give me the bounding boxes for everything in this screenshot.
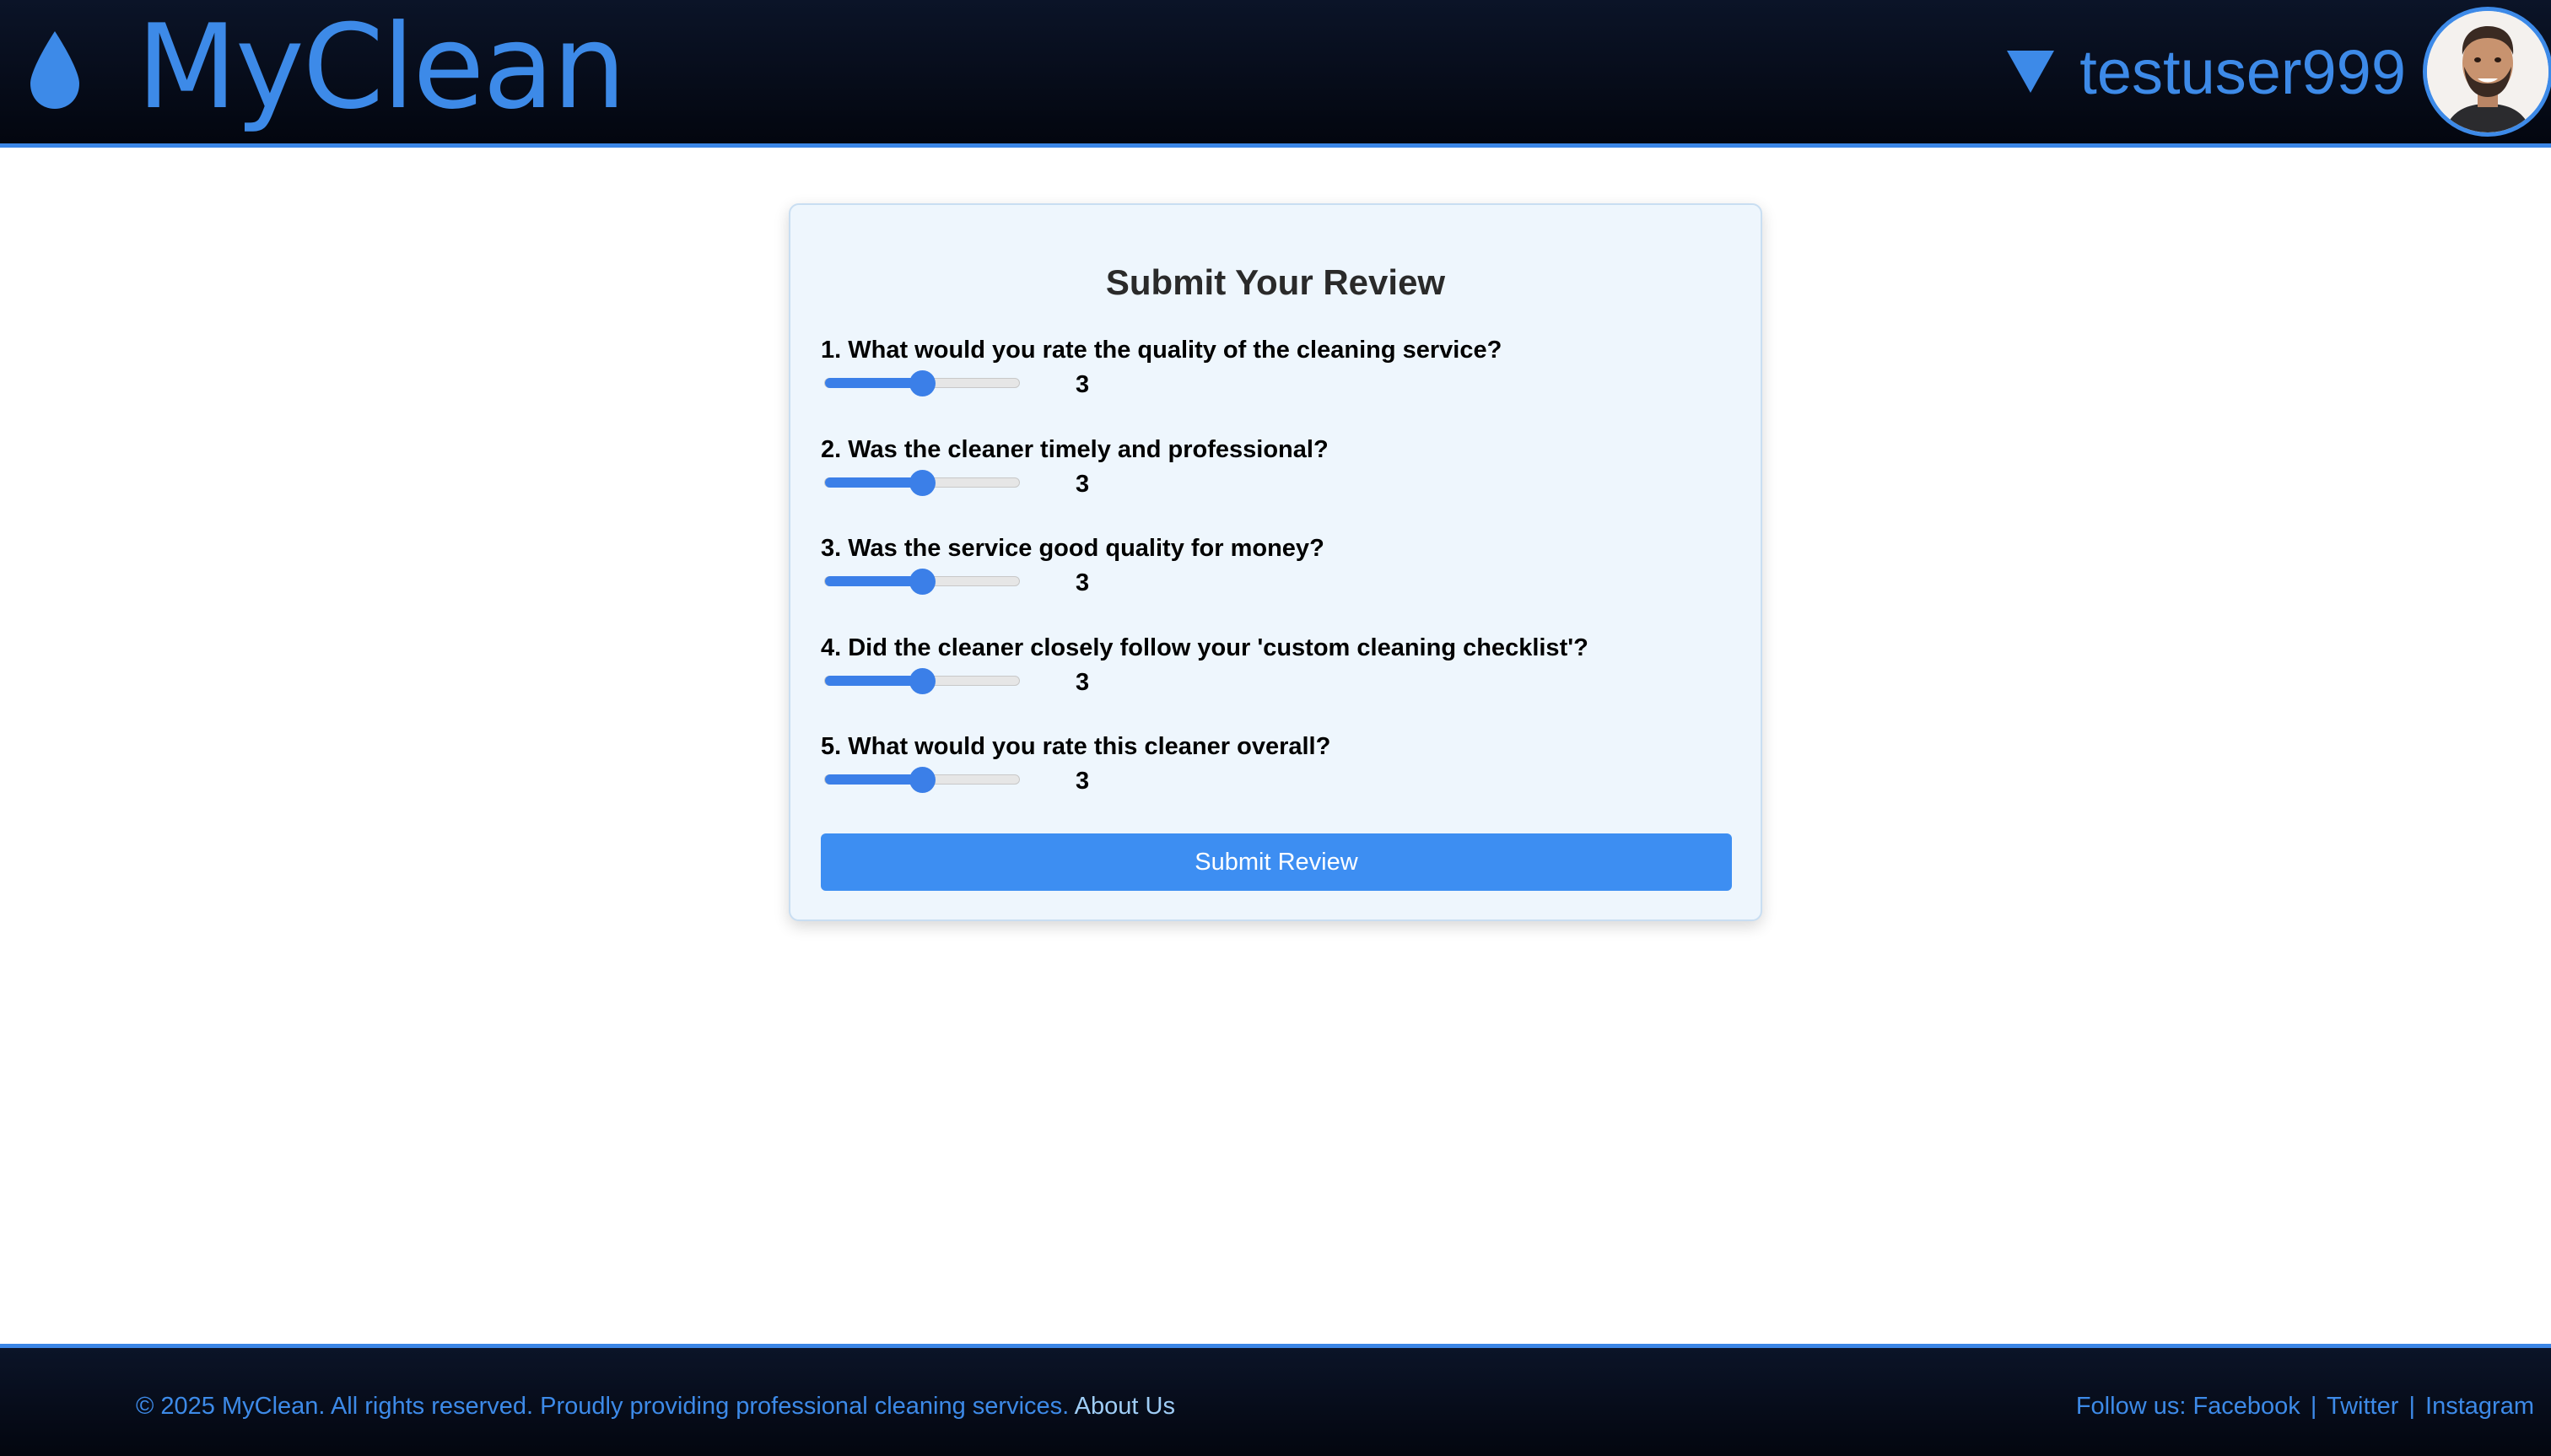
site-footer: © 2025 MyClean. All rights reserved. Pro… [0,1344,2551,1456]
logo[interactable]: MyClean [27,0,626,135]
review-question-4: 4. Did the cleaner closely follow your '… [821,636,1732,703]
footer-social: Follow us: Facebook | Twitter | Instagra… [2076,1393,2534,1421]
question-label: 5. What would you rate this cleaner over… [821,733,1331,760]
slider-fill [825,477,922,488]
facebook-link[interactable]: Facebook [2192,1393,2300,1420]
avatar[interactable] [2423,7,2551,137]
instagram-link[interactable]: Instagram [2425,1393,2534,1420]
slider-thumb[interactable] [909,767,936,793]
question-label: 2. Was the cleaner timely and profession… [821,436,1329,463]
user-avatar-image [2427,11,2548,132]
separator: | [2310,1393,2317,1420]
rating-value: 3 [1076,768,1090,795]
review-question-1: 1. What would you rate the quality of th… [821,338,1732,405]
rating-value: 3 [1076,471,1090,498]
review-title: Submit Your Review [1105,262,1446,302]
footer-copyright: © 2025 MyClean. All rights reserved. Pro… [136,1393,1175,1421]
slider-fill [825,378,922,388]
slider-thumb[interactable] [909,569,936,595]
logo-text: MyClean [137,0,626,135]
separator: | [2408,1393,2415,1420]
question-label: 1. What would you rate the quality of th… [821,337,1502,364]
review-question-3: 3. Was the service good quality for mone… [821,537,1732,603]
copyright-text: © 2025 MyClean. All rights reserved. Pro… [136,1393,1070,1420]
rating-slider[interactable] [824,470,1020,496]
slider-fill [825,774,922,785]
site-header: MyClean testuser999 [0,0,2551,148]
rating-slider[interactable] [824,767,1020,793]
about-us-link[interactable]: About Us [1075,1393,1175,1420]
twitter-link[interactable]: Twitter [2327,1393,2398,1420]
slider-fill [825,576,922,586]
slider-thumb[interactable] [909,470,936,496]
user-menu[interactable]: testuser999 [2007,0,2551,143]
rating-value: 3 [1076,569,1090,596]
caret-down-icon[interactable] [2007,51,2055,93]
question-label: 4. Did the cleaner closely follow your '… [821,634,1588,661]
question-label: 3. Was the service good quality for mone… [821,535,1324,562]
rating-value: 3 [1076,669,1090,696]
slider-thumb[interactable] [909,370,936,396]
rating-value: 3 [1076,371,1090,398]
rating-slider[interactable] [824,569,1020,595]
submit-review-button[interactable]: Submit Review [821,833,1732,891]
review-question-5: 5. What would you rate this cleaner over… [821,735,1732,801]
slider-fill [825,676,922,686]
review-question-2: 2. Was the cleaner timely and profession… [821,438,1732,504]
rating-slider[interactable] [824,370,1020,396]
slider-thumb[interactable] [909,668,936,694]
water-drop-icon [30,31,79,109]
rating-slider[interactable] [824,668,1020,694]
review-card: Submit Your Review 1. What would you rat… [789,203,1762,921]
username[interactable]: testuser999 [2079,36,2406,108]
follow-label: Follow us: [2075,1393,2187,1420]
